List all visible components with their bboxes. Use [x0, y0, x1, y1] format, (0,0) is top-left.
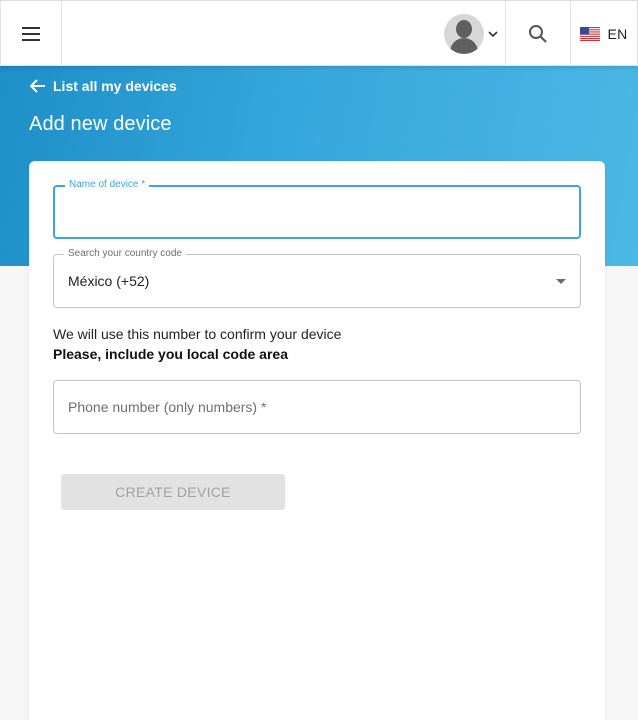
phone-number-input[interactable]: [54, 381, 580, 433]
back-to-devices-link[interactable]: List all my devices: [30, 78, 177, 94]
account-menu-button[interactable]: [436, 1, 506, 66]
country-code-value: México (+52): [68, 273, 150, 289]
form-card: Name of device * Search your country cod…: [29, 161, 605, 720]
avatar: [443, 13, 484, 54]
back-link-label: List all my devices: [53, 78, 177, 94]
dropdown-arrow-icon: [556, 279, 566, 284]
us-flag-icon: [580, 26, 601, 41]
arrow-left-icon: [30, 79, 45, 93]
chevron-down-icon: [487, 30, 498, 37]
area-code-hint: Please, include you local code area: [53, 346, 288, 362]
search-button[interactable]: [506, 1, 571, 66]
menu-button[interactable]: [0, 1, 62, 66]
confirmation-info-text: We will use this number to confirm your …: [53, 326, 342, 342]
page-title: Add new device: [29, 113, 172, 135]
create-device-button[interactable]: CREATE DEVICE: [61, 474, 285, 510]
device-name-input[interactable]: [55, 187, 579, 237]
language-label: EN: [607, 25, 628, 42]
top-app-bar: EN: [0, 0, 638, 66]
hamburger-menu-icon: [22, 26, 40, 41]
country-code-select[interactable]: Search your country code México (+52): [53, 248, 581, 308]
language-selector[interactable]: EN: [571, 1, 638, 66]
phone-number-field[interactable]: [53, 380, 581, 434]
country-code-label: Search your country code: [64, 248, 186, 260]
device-name-field[interactable]: Name of device *: [53, 179, 581, 239]
search-icon: [529, 24, 547, 43]
